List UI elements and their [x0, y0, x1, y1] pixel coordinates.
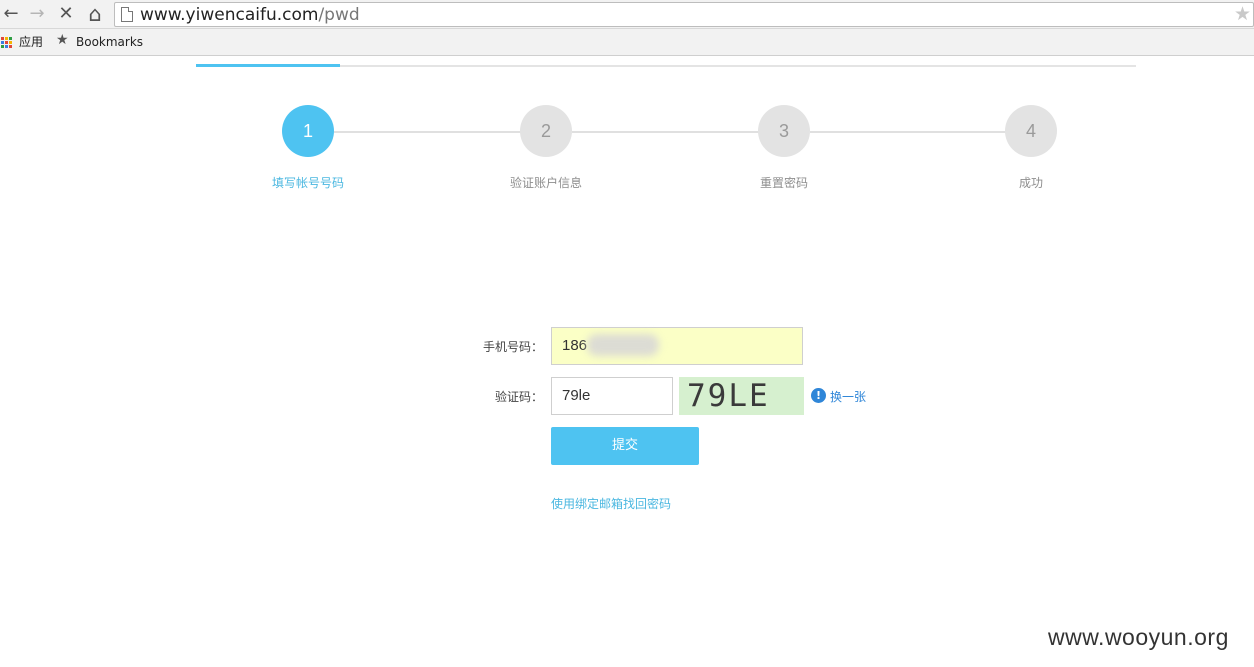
apps-grid-icon[interactable]	[1, 37, 13, 49]
address-bar[interactable]: www.yiwencaifu.com/pwd ★	[114, 2, 1254, 27]
forward-arrow-icon[interactable]: →	[26, 3, 48, 25]
step-connector	[572, 131, 762, 133]
bookmarks-bar: 应用 ★ Bookmarks	[0, 29, 1254, 56]
step-4-label: 成功	[1018, 176, 1043, 190]
phone-value: 186	[562, 337, 588, 354]
url-path: /pwd	[318, 5, 360, 25]
browser-toolbar: ← → ✕ ⌂ www.yiwencaifu.com/pwd ★	[0, 0, 1254, 29]
bookmark-star-icon[interactable]: ★	[1234, 3, 1251, 25]
home-icon[interactable]: ⌂	[84, 3, 106, 25]
url-text: www.yiwencaifu.com/pwd	[140, 5, 360, 25]
tab-rule-active	[196, 64, 340, 67]
captcha-image[interactable]: 79LE	[679, 377, 804, 415]
step-1-label: 填写帐号号码	[271, 176, 344, 190]
url-host: www.yiwencaifu.com	[140, 5, 319, 25]
captcha-label: 验证码：	[494, 390, 543, 404]
step-3-label: 重置密码	[759, 176, 808, 190]
submit-button[interactable]: 提交	[551, 427, 699, 465]
step-connector	[334, 131, 524, 133]
step-3-circle: 3	[758, 105, 810, 157]
stop-icon[interactable]: ✕	[55, 3, 77, 25]
apps-label[interactable]: 应用	[19, 35, 43, 49]
refresh-captcha-link[interactable]: 换一张	[830, 388, 866, 405]
info-icon: !	[811, 388, 826, 403]
bookmarks-star-icon: ★	[56, 32, 69, 48]
step-4-circle: 4	[1005, 105, 1057, 157]
step-1-circle: 1	[282, 105, 334, 157]
step-connector	[810, 131, 1006, 133]
phone-input[interactable]: 186	[551, 327, 803, 365]
step-2-circle: 2	[520, 105, 572, 157]
watermark-text: www.wooyun.org	[1048, 624, 1229, 650]
step-2-label: 验证账户信息	[509, 176, 582, 190]
back-arrow-icon[interactable]: ←	[0, 3, 22, 25]
captcha-input[interactable]: 79le	[551, 377, 673, 415]
email-recover-link[interactable]: 使用绑定邮箱找回密码	[551, 495, 671, 512]
phone-label: 手机号码：	[482, 340, 543, 354]
redacted-digits	[587, 334, 659, 356]
page-icon	[121, 7, 133, 22]
bookmarks-label[interactable]: Bookmarks	[76, 35, 143, 49]
